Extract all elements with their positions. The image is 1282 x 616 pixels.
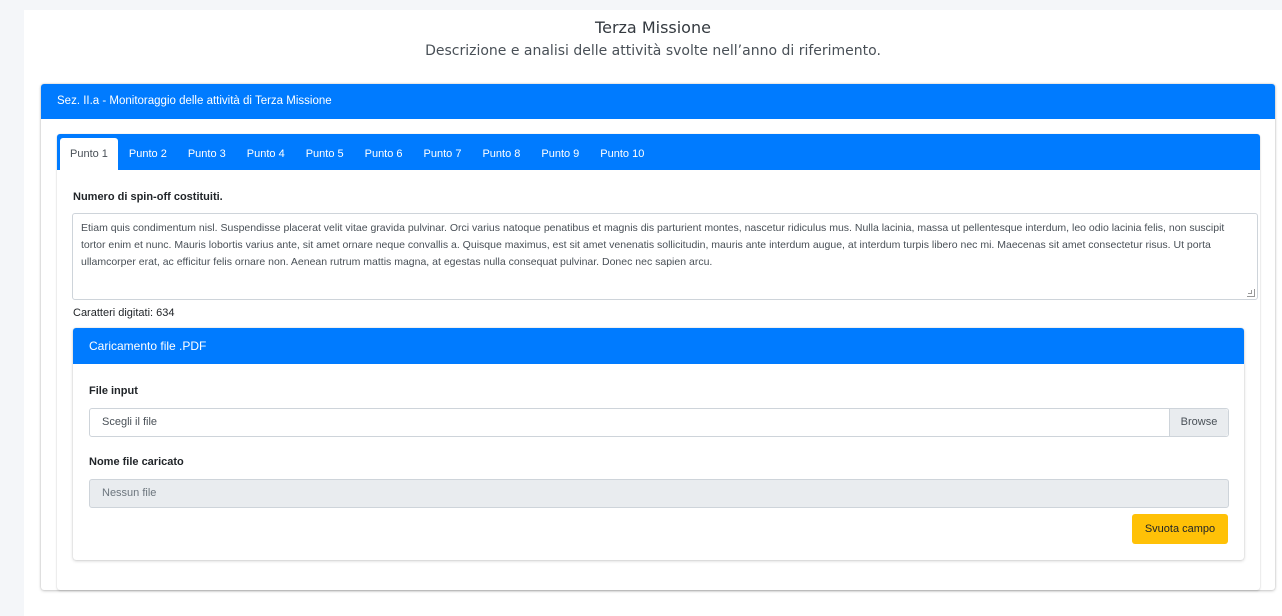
tabs-card: Punto 1 Punto 2 Punto 3 Punto 4 Punto 5 …: [57, 134, 1260, 590]
page-title: Terza Missione: [595, 18, 711, 37]
section-card: Sez. II.a - Monitoraggio delle attività …: [41, 84, 1275, 590]
clear-field-button[interactable]: Svuota campo: [1132, 514, 1228, 544]
answer-text: Etiam quis condimentum nisl. Suspendisse…: [81, 222, 1225, 268]
file-input-label: File input: [89, 385, 138, 397]
upload-body: File input Scegli il file Browse Nome fi…: [73, 384, 1244, 508]
question-label: Numero di spin-off costituiti.: [73, 191, 223, 203]
tab-punto-10[interactable]: Punto 10: [590, 138, 654, 170]
tab-punto-9[interactable]: Punto 9: [531, 138, 589, 170]
file-input[interactable]: Scegli il file Browse: [89, 408, 1229, 437]
tab-punto-3[interactable]: Punto 3: [178, 138, 236, 170]
uploaded-file-label: Nome file caricato: [89, 456, 184, 468]
tab-punto-4[interactable]: Punto 4: [237, 138, 295, 170]
tab-punto-2[interactable]: Punto 2: [119, 138, 177, 170]
upload-title: Caricamento file .PDF: [73, 328, 1244, 364]
page-subtitle: Descrizione e analisi delle attività svo…: [425, 43, 881, 59]
browse-button[interactable]: Browse: [1169, 409, 1228, 436]
tabs-bar: Punto 1 Punto 2 Punto 3 Punto 4 Punto 5 …: [57, 134, 1260, 170]
tab-punto-7[interactable]: Punto 7: [414, 138, 472, 170]
tab-punto-6[interactable]: Punto 6: [355, 138, 413, 170]
tab-punto-5[interactable]: Punto 5: [296, 138, 354, 170]
page-header: Terza Missione Descrizione e analisi del…: [24, 10, 1282, 61]
page: Terza Missione Descrizione e analisi del…: [24, 10, 1282, 616]
tab-punto-8[interactable]: Punto 8: [472, 138, 530, 170]
file-input-placeholder[interactable]: Scegli il file: [90, 409, 1169, 436]
tab-content: Numero di spin-off costituiti. Etiam qui…: [57, 190, 1260, 320]
uploaded-file-field: Nessun file: [89, 479, 1229, 508]
answer-textarea[interactable]: Etiam quis condimentum nisl. Suspendisse…: [72, 213, 1258, 300]
char-count: Caratteri digitati: 634: [73, 307, 175, 319]
tab-punto-1[interactable]: Punto 1: [60, 138, 118, 170]
upload-card: Caricamento file .PDF File input Scegli …: [73, 328, 1244, 560]
section-title: Sez. II.a - Monitoraggio delle attività …: [41, 84, 1275, 119]
resize-handle-icon[interactable]: [1247, 289, 1255, 297]
